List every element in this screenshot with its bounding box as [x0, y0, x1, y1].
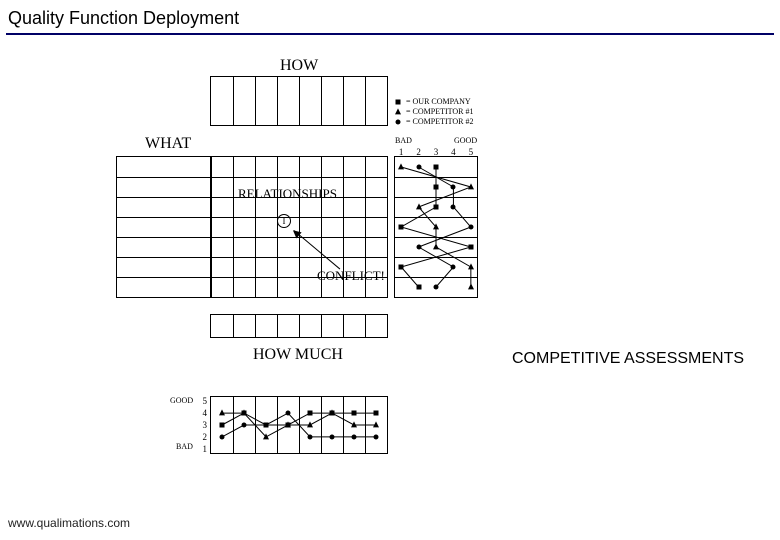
- grid-line: [117, 237, 211, 238]
- circle-icon: [264, 423, 269, 428]
- conflict-label: CONFLICT!: [317, 268, 385, 284]
- good-label: GOOD: [170, 396, 193, 405]
- grid-line: [343, 77, 344, 125]
- circle-icon: [286, 411, 291, 416]
- circle-icon: [220, 434, 225, 439]
- circle-icon: [352, 434, 357, 439]
- grid-line: [211, 177, 387, 178]
- axis-tick: 2: [197, 432, 207, 442]
- grid-line: [117, 257, 211, 258]
- how-panel: [210, 76, 388, 126]
- conflict-symbol: I: [277, 214, 291, 228]
- legend-row-label: = COMPETITOR #1: [406, 107, 473, 116]
- circle-icon: [451, 265, 456, 270]
- bottom-chart-panel: 54321: [210, 396, 388, 454]
- axis-tick: 1: [399, 147, 404, 157]
- bad-label: BAD: [176, 442, 193, 451]
- competitive-assessments-label: COMPETITIVE ASSESSMENTS: [512, 350, 744, 368]
- grid-line: [117, 197, 211, 198]
- grid-line: [211, 237, 387, 238]
- grid-line: [365, 315, 366, 337]
- grid-line: [299, 77, 300, 125]
- grid-line: [321, 77, 322, 125]
- axis-tick: 3: [434, 147, 439, 157]
- grid-line: [233, 157, 234, 297]
- grid-line: [299, 315, 300, 337]
- circle-icon: [451, 185, 456, 190]
- square-icon: [396, 100, 401, 105]
- legend-row-label: = OUR COMPANY: [406, 97, 471, 106]
- grid-line: [211, 257, 387, 258]
- legend-row-label: = COMPETITOR #2: [406, 117, 473, 126]
- circle-icon: [374, 434, 379, 439]
- circle-icon: [416, 165, 421, 170]
- circle-icon: [451, 205, 456, 210]
- axis-tick: 5: [197, 396, 207, 406]
- grid-line: [277, 77, 278, 125]
- grid-line: [365, 77, 366, 125]
- how-label: HOW: [280, 57, 318, 75]
- grid-line: [255, 157, 256, 297]
- grid-line: [233, 77, 234, 125]
- chart-series-line: [395, 157, 477, 297]
- axis-tick: 3: [197, 420, 207, 430]
- grid-line: [211, 217, 387, 218]
- axis-tick: 2: [416, 147, 421, 157]
- axis-tick: 4: [451, 147, 456, 157]
- grid-line: [343, 315, 344, 337]
- grid-line: [321, 315, 322, 337]
- grid-line: [255, 315, 256, 337]
- page-title: Quality Function Deployment: [0, 0, 780, 33]
- how-much-label: HOW MUCH: [253, 346, 343, 364]
- what-panel: [116, 156, 212, 298]
- chart-series-line: [211, 397, 387, 453]
- circle-icon: [468, 225, 473, 230]
- grid-line: [255, 77, 256, 125]
- footer-url: www.qualimations.com: [8, 516, 130, 530]
- circle-icon: [330, 434, 335, 439]
- grid-line: [117, 277, 211, 278]
- grid-line: [117, 177, 211, 178]
- grid-line: [117, 217, 211, 218]
- grid-line: [277, 157, 278, 297]
- conflict-symbol-text: I: [283, 216, 286, 226]
- circle-icon: [434, 285, 439, 290]
- what-label: WHAT: [145, 135, 191, 153]
- grid-line: [299, 157, 300, 297]
- good-label: GOOD: [454, 136, 477, 145]
- triangle-icon: [395, 108, 401, 114]
- circle-icon: [242, 423, 247, 428]
- grid-line: [233, 315, 234, 337]
- circle-icon: [308, 434, 313, 439]
- axis-tick: 4: [197, 408, 207, 418]
- title-underline: [6, 33, 774, 35]
- axis-tick: 1: [197, 444, 207, 454]
- how-much-panel: [210, 314, 388, 338]
- circle-icon: [416, 245, 421, 250]
- relationships-label: RELATIONSHIPS: [238, 186, 337, 202]
- circle-icon: [396, 120, 401, 125]
- axis-tick: 5: [469, 147, 474, 157]
- right-chart-panel: 12345: [394, 156, 478, 298]
- grid-line: [277, 315, 278, 337]
- bad-label: BAD: [395, 136, 412, 145]
